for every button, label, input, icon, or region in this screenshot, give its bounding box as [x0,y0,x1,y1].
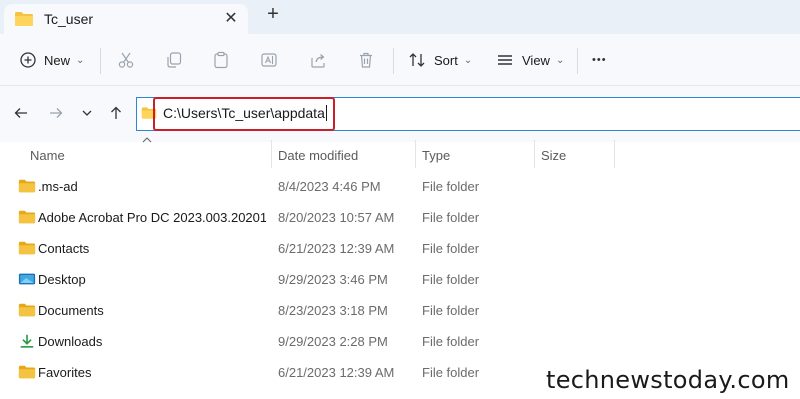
address-path: C:\Users\Tc_user\appdata [163,105,325,121]
file-row[interactable]: .ms-ad 8/4/2023 4:46 PM File folder [0,171,800,202]
file-row[interactable]: Downloads 9/29/2023 2:28 PM File folder [0,326,800,357]
copy-icon [165,51,183,69]
divider [100,48,101,74]
paste-icon [212,51,230,69]
column-divider[interactable] [614,140,615,168]
chevron-down-icon: ⌄ [463,54,473,66]
file-type: File folder [422,334,480,349]
file-type: File folder [422,210,480,225]
more-icon[interactable]: ••• [592,34,607,86]
view-label: View [522,52,550,68]
cut-button[interactable] [117,34,135,86]
sort-label: Sort [434,52,458,68]
file-type: File folder [422,303,480,318]
file-date-modified: 9/29/2023 3:46 PM [278,272,388,287]
recent-locations-button[interactable] [76,104,98,126]
chevron-down-icon: ⌄ [76,54,85,66]
arrow-left-icon [13,105,29,126]
folder-icon [18,178,36,199]
file-date-modified: 6/21/2023 12:39 AM [278,241,395,256]
folder-icon [18,302,36,323]
file-name: Contacts [38,241,90,256]
folder-icon [18,209,36,230]
file-date-modified: 8/20/2023 10:57 AM [278,210,395,225]
divider [577,48,578,74]
file-date-modified: 6/21/2023 12:39 AM [278,365,395,380]
file-date-modified: 8/23/2023 3:18 PM [278,303,388,318]
file-type: File folder [422,241,480,256]
file-row[interactable]: Contacts 6/21/2023 12:39 AM File folder [0,233,800,264]
forward-button[interactable] [45,104,67,126]
file-row[interactable]: Documents 8/23/2023 3:18 PM File folder [0,295,800,326]
file-type: File folder [422,272,480,287]
command-bar: New ⌄ Sort ⌄ View ⌄ ••• [0,34,800,86]
view-icon [496,51,514,69]
arrow-up-icon [108,105,124,126]
download-icon [18,333,36,354]
view-button[interactable]: View ⌄ [496,34,564,86]
delete-icon [357,51,375,69]
file-date-modified: 8/4/2023 4:46 PM [278,179,381,194]
file-name: Adobe Acrobat Pro DC 2023.003.20201 (x..… [38,210,266,225]
sort-button[interactable]: Sort ⌄ [408,34,472,86]
tab-tc-user[interactable]: Tc_user ✕ [4,4,248,34]
desktop-icon [18,271,36,292]
chevron-down-icon: ⌄ [555,54,565,66]
tab-title: Tc_user [44,11,94,27]
column-header-size[interactable]: Size [541,142,566,168]
text-cursor [325,105,327,121]
share-icon [309,51,327,69]
address-input[interactable]: C:\Users\Tc_user\appdata [163,105,327,121]
sort-icon [408,51,426,69]
paste-button[interactable] [212,34,230,86]
file-type: File folder [422,365,480,380]
file-name: Desktop [38,272,86,287]
share-button[interactable] [309,34,327,86]
new-tab-button[interactable]: + [262,3,284,26]
new-label: New [44,52,71,68]
copy-button[interactable] [165,34,183,86]
column-divider[interactable] [415,140,416,168]
arrow-right-icon [48,105,64,126]
file-name: Documents [38,303,104,318]
folder-icon [18,364,36,385]
close-tab-icon[interactable]: ✕ [221,8,241,28]
column-divider[interactable] [271,140,272,168]
file-row[interactable]: Desktop 9/29/2023 3:46 PM File folder [0,264,800,295]
file-name: .ms-ad [38,179,78,194]
up-button[interactable] [105,104,127,126]
column-header-type[interactable]: Type [422,142,450,168]
rename-button[interactable] [260,34,278,86]
cut-icon [117,51,135,69]
new-button[interactable]: New ⌄ [20,34,84,86]
file-row[interactable]: Adobe Acrobat Pro DC 2023.003.20201 (x..… [0,202,800,233]
folder-icon [14,11,34,32]
rename-icon [260,51,278,69]
column-divider[interactable] [534,140,535,168]
file-name: Favorites [38,365,92,380]
sort-ascending-icon [142,136,152,147]
file-date-modified: 9/29/2023 2:28 PM [278,334,388,349]
divider [393,48,394,74]
folder-icon [18,240,36,261]
file-name: Downloads [38,334,103,349]
chevron-down-icon [80,106,94,125]
watermark: technewstoday.com [546,366,790,394]
delete-button[interactable] [357,34,375,86]
back-button[interactable] [10,104,32,126]
column-header-name[interactable]: Name [30,142,65,168]
file-type: File folder [422,179,480,194]
tab-strip: Tc_user ✕ + [0,0,800,34]
column-header-date[interactable]: Date modified [278,142,358,168]
plus-circle-icon [20,52,36,68]
